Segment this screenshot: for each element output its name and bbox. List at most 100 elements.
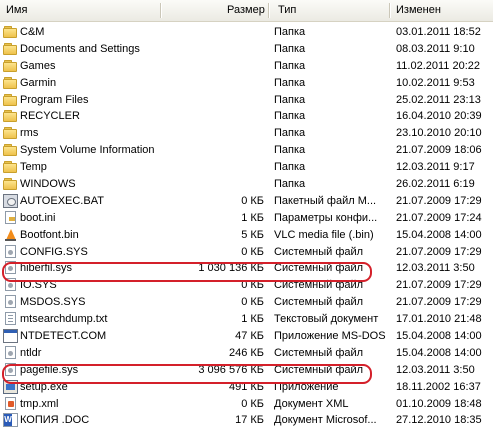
list-item[interactable]: C&M Папка 03.01.2011 18:52 [0, 24, 493, 41]
file-size: 17 КБ [235, 414, 264, 427]
file-size: 0 КБ [241, 296, 264, 309]
list-item[interactable]: Temp Папка 12.03.2011 9:17 [0, 159, 493, 176]
column-header-name[interactable]: Имя [0, 0, 160, 21]
list-item[interactable]: boot.ini 1 КБ Параметры конфи... 21.07.2009… [0, 210, 493, 227]
list-item[interactable]: NTDETECT.COM 47 КБ Приложение MS-DOS 15.04.… [0, 328, 493, 345]
list-item-icon-cell [3, 75, 19, 92]
list-item[interactable]: CONFIG.SYS 0 КБ Системный файл 21.07.2009 1… [0, 244, 493, 261]
list-item[interactable]: ntldr 246 КБ Системный файл 15.04.2008 14:0… [0, 345, 493, 362]
list-item[interactable]: rms Папка 23.10.2010 20:10 [0, 125, 493, 142]
list-item-icon-cell [3, 260, 19, 277]
list-item-icon-cell [3, 58, 19, 75]
file-type: Папка [274, 144, 306, 157]
list-item[interactable]: IO.SYS 0 КБ Системный файл 21.07.2009 17:29 [0, 277, 493, 294]
list-item[interactable]: MSDOS.SYS 0 КБ Системный файл 21.07.2009 17… [0, 294, 493, 311]
file-type: Папка [274, 178, 306, 191]
file-modified: 16.04.2010 20:39 [396, 110, 482, 123]
file-size [160, 75, 264, 92]
system-file-icon [5, 278, 16, 292]
list-item[interactable]: WINDOWS Папка 26.02.2011 6:19 [0, 176, 493, 193]
list-item[interactable]: Program Files Папка 25.02.2011 23:13 [0, 92, 493, 109]
file-modified: 27.12.2010 18:35 [396, 414, 482, 427]
list-item-icon-cell [3, 108, 19, 125]
file-size: 1 КБ [241, 313, 264, 326]
folder-icon [3, 160, 18, 174]
list-item-icon-cell [3, 176, 19, 193]
file-modified: 23.10.2010 20:10 [396, 127, 482, 140]
file-type: Параметры конфи... [274, 211, 378, 224]
file-modified: 21.07.2009 17:29 [396, 296, 482, 309]
list-item-icon-cell [3, 227, 19, 244]
file-type: Пакетный файл M... [274, 194, 377, 207]
column-header-size-label: Размер [227, 4, 265, 16]
list-item-icon-cell [3, 159, 19, 176]
file-type: Документ Microsof... [274, 414, 377, 427]
exe-file-icon [3, 379, 18, 394]
folder-icon [3, 143, 18, 157]
file-size [160, 159, 264, 176]
list-item-icon-cell [3, 92, 19, 109]
system-file-icon [5, 295, 16, 309]
file-size: 0 КБ [241, 397, 264, 410]
folder-icon [3, 76, 18, 90]
file-type: Документ XML [274, 397, 349, 410]
list-item[interactable]: AUTOEXEC.BAT 0 КБ Пакетный файл M... 21.07.… [0, 193, 493, 210]
list-item[interactable]: tmp.xml 0 КБ Документ XML 01.10.2009 18:48 [0, 396, 493, 413]
system-file-icon [5, 345, 16, 359]
file-type: VLC media file (.bin) [274, 228, 374, 241]
file-modified: 21.07.2009 18:06 [396, 144, 482, 157]
file-type: Системный файл [274, 262, 364, 275]
file-list: C&M Папка 03.01.2011 18:52 Documents and Se… [0, 24, 493, 429]
list-item[interactable]: Garmin Папка 10.02.2011 9:53 [0, 75, 493, 92]
list-item[interactable]: RECYCLER Папка 16.04.2010 20:39 [0, 108, 493, 125]
file-type: Папка [274, 161, 306, 174]
folder-icon [3, 59, 18, 73]
list-item-icon-cell [3, 379, 19, 396]
list-item-icon-cell [3, 277, 19, 294]
folder-icon [3, 177, 18, 191]
column-header-bar: Имя Размер Тип Изменен [0, 0, 493, 22]
folder-icon [3, 109, 18, 123]
folder-icon [3, 25, 18, 39]
file-modified: 15.04.2008 14:00 [396, 346, 482, 359]
list-item-icon-cell [3, 311, 19, 328]
file-modified: 03.01.2011 18:52 [396, 26, 481, 38]
list-item[interactable]: mtsearchdump.txt 1 КБ Текстовый документ 17… [0, 311, 493, 328]
file-modified: 10.02.2011 9:53 [396, 76, 475, 89]
list-item[interactable]: Games Папка 11.02.2011 20:22 [0, 58, 493, 75]
system-file-icon [5, 244, 16, 258]
list-item[interactable]: pagefile.sys 3 096 576 КБ Системный файл 12… [0, 362, 493, 379]
file-type: Папка [274, 26, 306, 38]
file-size [160, 58, 264, 75]
file-size: 3 096 576 КБ [198, 363, 264, 376]
file-size: 491 КБ [228, 380, 264, 393]
list-item[interactable]: setup.exe 491 КБ Приложение 18.11.2002 16:3… [0, 379, 493, 396]
file-size: 47 КБ [235, 330, 264, 343]
file-modified: 21.07.2009 17:29 [396, 245, 482, 258]
text-file-icon [5, 312, 16, 326]
list-item[interactable]: System Volume Information Папка 21.07.2009… [0, 142, 493, 159]
word-document-icon [3, 413, 18, 428]
list-item-icon-cell [3, 193, 19, 210]
vlc-file-icon [3, 228, 18, 242]
file-type: Системный файл [274, 245, 364, 258]
list-item[interactable]: Bootfont.bin 5 КБ VLC media file (.bin) 15.… [0, 227, 493, 244]
file-modified: 15.04.2008 14:00 [396, 228, 482, 241]
file-type: Папка [274, 59, 306, 72]
file-modified: 21.07.2009 17:24 [396, 211, 482, 224]
column-header-modified-label: Изменен [396, 4, 441, 16]
system-file-icon [5, 362, 16, 376]
column-header-type-label: Тип [278, 4, 297, 16]
file-size: 1 030 136 КБ [198, 262, 264, 275]
column-header-type[interactable]: Тип [269, 0, 389, 21]
file-size: 0 КБ [241, 194, 264, 207]
list-item[interactable]: КОПИЯ .DOC17 КБДокумент Microsof...27.12… [0, 412, 493, 429]
column-header-modified[interactable]: Изменен [390, 0, 493, 21]
list-item[interactable]: hiberfil.sys 1 030 136 КБ Системный файл 12… [0, 260, 493, 277]
list-item[interactable]: Documents and Settings Папка 08.03.2011 9:… [0, 41, 493, 58]
list-item-icon-cell [3, 24, 19, 41]
file-modified: 21.07.2009 17:29 [396, 194, 482, 207]
column-header-size[interactable]: Размер [161, 0, 269, 21]
file-modified: 01.10.2009 18:48 [396, 397, 482, 410]
file-type: Приложение MS-DOS [274, 330, 386, 343]
